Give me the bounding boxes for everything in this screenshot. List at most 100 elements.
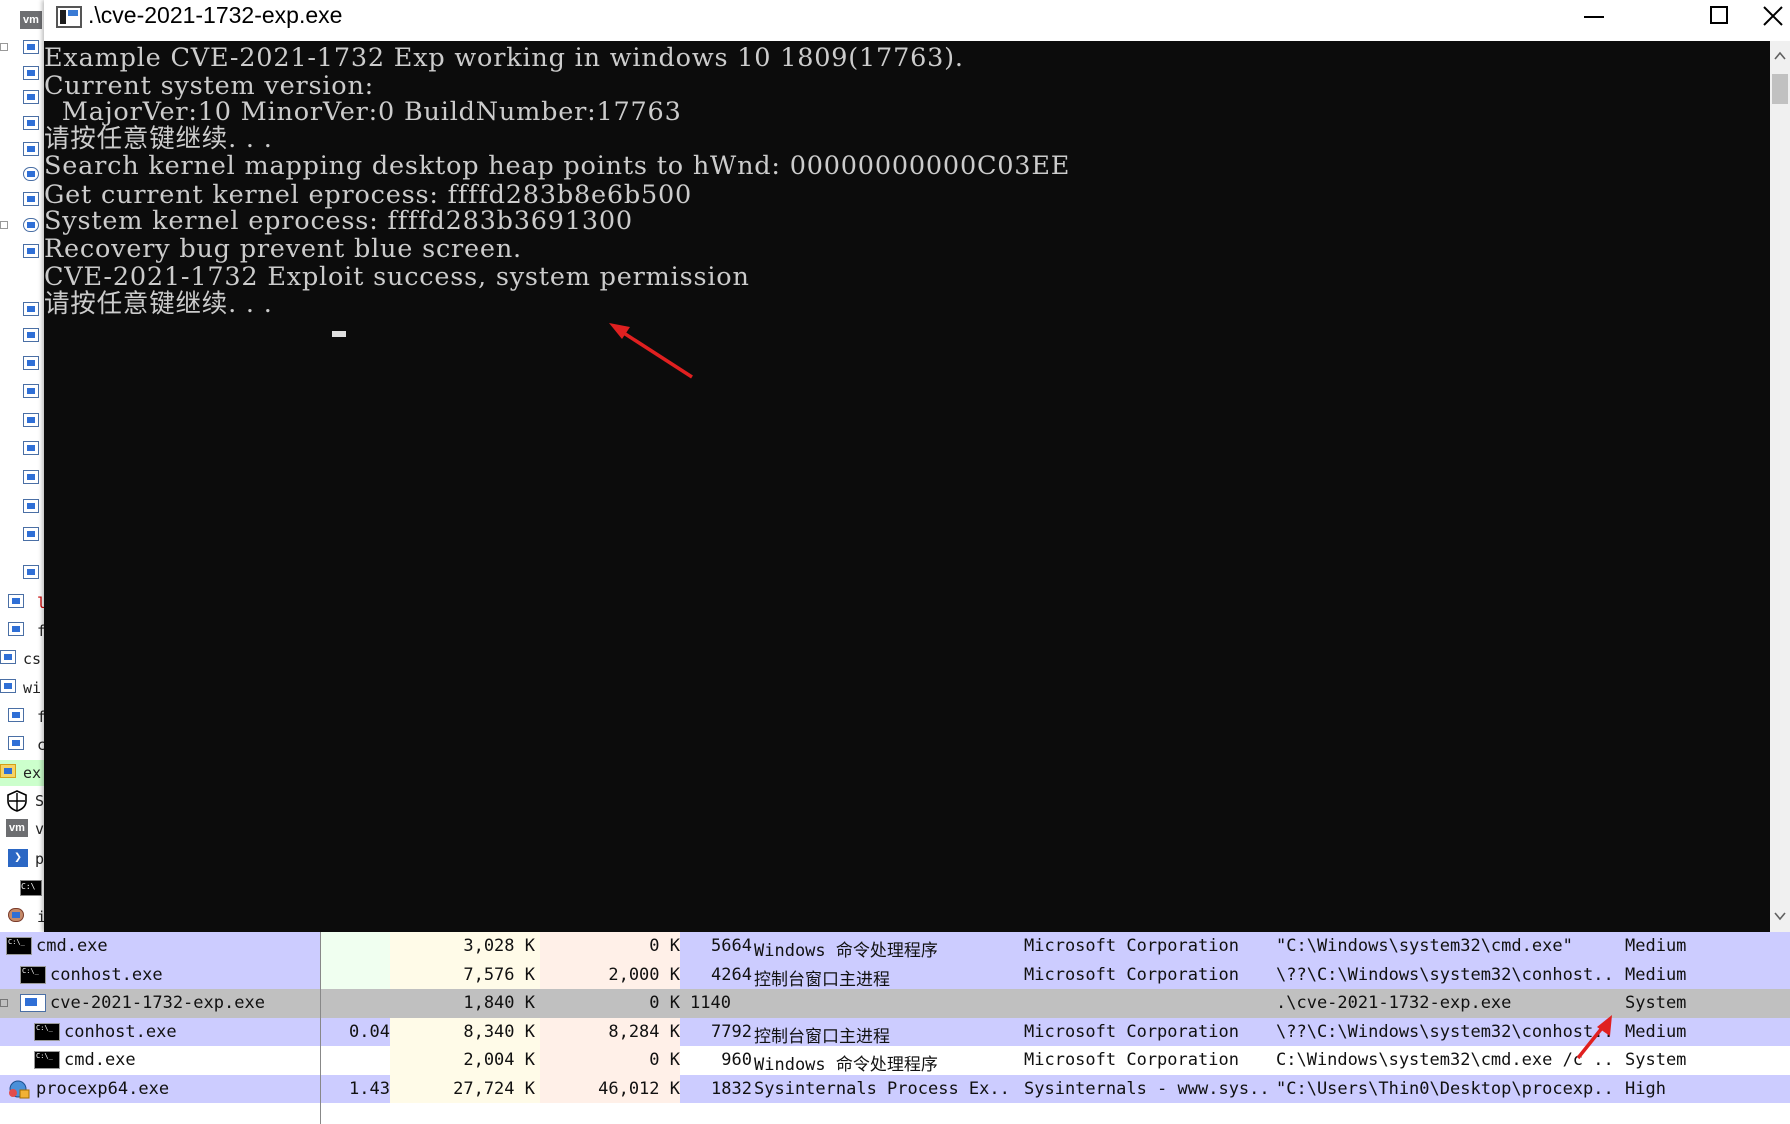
tree-row[interactable] — [0, 62, 44, 88]
table-row[interactable]: cmd.exe 2,004 K 0 K 960 Windows 命令处理程序 M… — [0, 1046, 1790, 1075]
tree-row[interactable] — [0, 409, 44, 435]
app-window-icon — [20, 994, 46, 1012]
tree-row[interactable] — [0, 495, 44, 521]
scroll-thumb[interactable] — [1772, 74, 1788, 104]
tree-label: c — [37, 736, 44, 754]
tree-row[interactable] — [0, 352, 44, 378]
tree-row[interactable] — [0, 466, 44, 492]
tree-row[interactable] — [0, 138, 44, 164]
private-bytes: 3,028 K — [463, 936, 535, 956]
expand-icon[interactable] — [0, 221, 8, 229]
app-window-icon — [0, 650, 16, 664]
table-row[interactable]: procexp64.exe 1.43 27,724 K 46,012 K 183… — [0, 1074, 1790, 1103]
app-window-icon — [23, 40, 39, 54]
integrity-level: System — [1625, 1050, 1687, 1070]
pid: 960 — [721, 1050, 752, 1070]
app-window-icon — [23, 192, 39, 206]
app-window-icon — [23, 328, 39, 342]
console-icon — [6, 937, 32, 955]
tree-row[interactable] — [0, 112, 44, 138]
integrity-level: System — [1625, 993, 1687, 1013]
process-name: conhost.exe — [50, 964, 163, 985]
tree-row[interactable] — [0, 214, 44, 240]
tree-row[interactable] — [0, 188, 44, 214]
console-window[interactable]: .\cve-2021-1732-exp.exe Example CVE-2021… — [44, 0, 1790, 932]
working-set: 46,012 K — [598, 1078, 680, 1099]
table-row-selected[interactable]: cve-2021-1732-exp.exe 1,840 K 0 K 1140 .… — [0, 989, 1790, 1018]
tree-label: cs — [23, 650, 42, 668]
tree-label: i — [37, 908, 44, 926]
tree-row[interactable]: wi — [0, 675, 44, 701]
scroll-down-icon[interactable] — [1770, 901, 1790, 931]
tree-label: v — [35, 820, 44, 838]
tree-label: f — [37, 622, 44, 640]
private-bytes: 8,340 K — [463, 1021, 535, 1042]
tree-row[interactable] — [0, 380, 44, 406]
scroll-up-icon[interactable] — [1770, 41, 1790, 71]
process-name: cve-2021-1732-exp.exe — [50, 993, 265, 1013]
app-window-icon — [23, 413, 39, 427]
process-name: conhost.exe — [64, 1021, 177, 1042]
app-window-icon — [23, 441, 39, 455]
console-scrollbar[interactable] — [1770, 41, 1790, 932]
working-set: 0 K — [649, 1050, 680, 1070]
tree-row[interactable]: vm v — [0, 816, 44, 842]
working-set: 0 K — [649, 993, 680, 1013]
close-button[interactable] — [1762, 0, 1790, 36]
console-app-icon[interactable] — [56, 6, 82, 28]
table-row[interactable]: conhost.exe 7,576 K 2,000 K 4264 控制台窗口主进… — [0, 960, 1790, 990]
tree-row[interactable] — [0, 163, 44, 189]
description: Windows 命令处理程序 — [754, 1055, 938, 1075]
tree-row[interactable]: cs — [0, 646, 44, 672]
app-window-icon — [23, 142, 39, 156]
private-bytes: 27,724 K — [453, 1078, 535, 1099]
app-window-icon — [23, 356, 39, 370]
console-icon: C:\ — [20, 880, 42, 896]
window-title: .\cve-2021-1732-exp.exe — [88, 2, 343, 28]
tree-row[interactable]: f — [0, 704, 44, 730]
background-process-tree: vm l f cs wi f c ex S vm v ❯ p C:\ i — [0, 0, 44, 932]
tree-row[interactable]: c — [0, 732, 44, 758]
network-icon — [23, 167, 39, 181]
maximize-button[interactable] — [1678, 0, 1760, 36]
console-icon — [20, 965, 46, 984]
column-divider[interactable] — [320, 932, 321, 1124]
tree-row[interactable] — [0, 86, 44, 112]
tree-row[interactable] — [0, 324, 44, 350]
cpu-value: 1.43 — [349, 1078, 390, 1099]
tree-row[interactable]: S — [0, 788, 44, 814]
private-bytes: 7,576 K — [463, 964, 535, 985]
table-row[interactable]: cmd.exe 3,028 K 0 K 5664 Windows 命令处理程序 … — [0, 932, 1790, 961]
console-output[interactable]: Example CVE-2021-1732 Exp working in win… — [44, 41, 1770, 932]
table-row[interactable]: conhost.exe 0.04 8,340 K 8,284 K 7792 控制… — [0, 1017, 1790, 1047]
process-table[interactable]: cmd.exe 3,028 K 0 K 5664 Windows 命令处理程序 … — [0, 932, 1790, 1124]
company: Microsoft Corporation — [1024, 936, 1239, 956]
tree-row[interactable]: ex — [0, 760, 44, 786]
command-line: "C:\Windows\system32\cmd.exe" — [1276, 936, 1573, 956]
tree-row[interactable] — [0, 240, 44, 266]
tree-row[interactable]: f — [0, 618, 44, 644]
collapse-icon[interactable] — [0, 999, 8, 1007]
working-set: 8,284 K — [608, 1021, 680, 1042]
minimize-button[interactable] — [1552, 0, 1634, 36]
tree-row[interactable]: i — [0, 904, 44, 930]
app-window-icon — [23, 116, 39, 130]
tree-row[interactable] — [0, 561, 44, 587]
tree-row[interactable]: l — [0, 590, 44, 616]
tree-row[interactable]: ❯ p — [0, 846, 44, 872]
tree-row[interactable] — [0, 437, 44, 463]
private-bytes: 2,004 K — [463, 1050, 535, 1070]
tree-row[interactable] — [0, 523, 44, 549]
tree-row[interactable]: C:\ — [0, 876, 44, 902]
tree-label: p — [35, 850, 44, 868]
app-window-icon — [23, 66, 39, 80]
tree-row[interactable] — [0, 36, 44, 62]
title-bar[interactable]: .\cve-2021-1732-exp.exe — [44, 0, 1790, 41]
tree-row[interactable]: vm — [0, 8, 44, 34]
expand-icon[interactable] — [0, 43, 8, 51]
tree-row[interactable] — [0, 298, 44, 324]
description: Sysinternals Process Ex... — [754, 1078, 1009, 1099]
tree-label: S — [35, 792, 44, 810]
pid: 1140 — [690, 993, 731, 1013]
pid: 4264 — [711, 964, 752, 985]
